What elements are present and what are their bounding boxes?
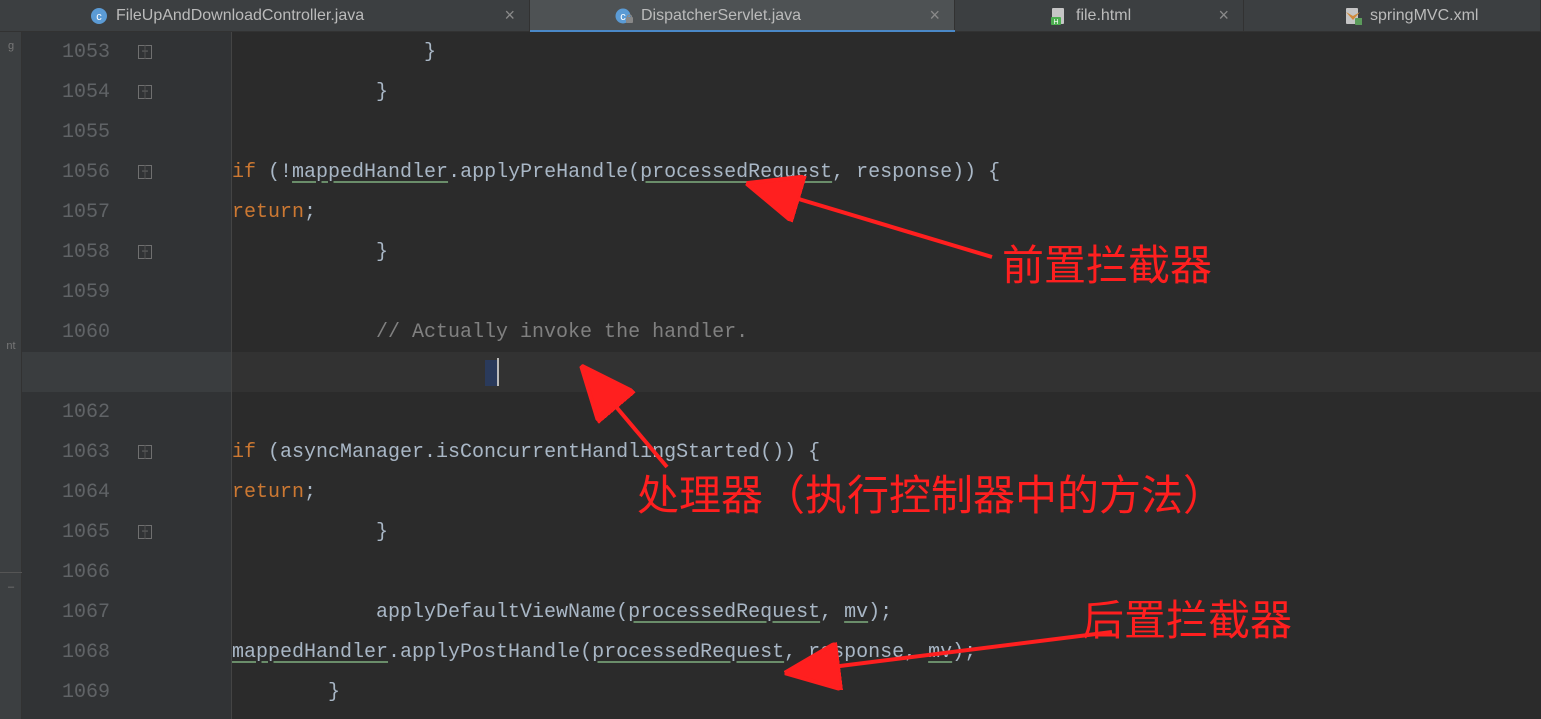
tab-file-0[interactable]: c FileUpAndDownloadController.java × <box>0 0 530 31</box>
fold-column: − <box>120 45 170 59</box>
fold-column: − <box>120 245 170 259</box>
code-editor: g nt – 1053−1054−10551056−10571058−10591… <box>0 32 1541 719</box>
fold-column: − <box>120 85 170 99</box>
code-line[interactable] <box>232 392 1541 432</box>
gutter-line: 1063− <box>22 432 231 472</box>
code-line[interactable]: } <box>232 232 1541 272</box>
code-line[interactable]: return; <box>232 192 1541 232</box>
gutter-line: 1062 <box>22 392 231 432</box>
tab-label: file.html <box>1076 7 1131 25</box>
code-line[interactable]: } <box>232 32 1541 72</box>
line-number[interactable]: 1057 <box>22 201 120 224</box>
strip-handle[interactable]: g <box>0 32 22 60</box>
strip-handle[interactable]: nt <box>0 332 22 360</box>
code-line[interactable]: // Actually invoke the handler. <box>232 312 1541 352</box>
code-line[interactable]: if (asyncManager.isConcurrentHandlingSta… <box>232 432 1541 472</box>
gutter-line: 1057 <box>22 192 231 232</box>
code-line[interactable]: if (!mappedHandler.applyPreHandle(proces… <box>232 152 1541 192</box>
line-number[interactable]: 1058 <box>22 241 120 264</box>
current-line-gutter <box>22 352 231 392</box>
code-line[interactable]: } <box>232 512 1541 552</box>
tab-label: FileUpAndDownloadController.java <box>116 7 364 25</box>
line-number[interactable]: 1064 <box>22 481 120 504</box>
code-line[interactable]: mappedHandler.applyPostHandle(processedR… <box>232 632 1541 672</box>
gutter-line: 1053− <box>22 32 231 72</box>
tab-file-3[interactable]: springMVC.xml <box>1244 0 1541 31</box>
gutter-line: 1065− <box>22 512 231 552</box>
xml-icon <box>1344 7 1362 25</box>
close-icon[interactable]: × <box>925 5 944 26</box>
tab-label: DispatcherServlet.java <box>641 7 801 25</box>
editor-tabbar: c FileUpAndDownloadController.java × c D… <box>0 0 1541 32</box>
gutter-line: 1067 <box>22 592 231 632</box>
line-number[interactable]: 1054 <box>22 81 120 104</box>
line-number[interactable]: 1069 <box>22 681 120 704</box>
gutter: 1053−1054−10551056−10571058−105910601061… <box>22 32 232 719</box>
strip-handle[interactable]: – <box>0 572 22 600</box>
class-lock-icon: c <box>615 7 633 25</box>
code-line[interactable]: } <box>232 672 1541 712</box>
code-line[interactable] <box>232 272 1541 312</box>
line-number[interactable]: 1059 <box>22 281 120 304</box>
code-line[interactable]: } <box>232 72 1541 112</box>
gutter-line: 1060 <box>22 312 231 352</box>
gutter-line: 1055 <box>22 112 231 152</box>
current-line-highlight <box>232 352 1541 392</box>
selection-highlight <box>485 360 497 386</box>
gutter-line: 1056− <box>22 152 231 192</box>
line-number[interactable]: 1067 <box>22 601 120 624</box>
svg-text:c: c <box>96 11 102 23</box>
line-number[interactable]: 1055 <box>22 121 120 144</box>
code-area[interactable]: } } if (!mappedHandler.applyPreHandle(pr… <box>232 32 1541 719</box>
gutter-line: 1064 <box>22 472 231 512</box>
class-icon: c <box>90 7 108 25</box>
tab-file-1[interactable]: c DispatcherServlet.java × <box>530 0 955 31</box>
gutter-line: 1054− <box>22 72 231 112</box>
fold-column: − <box>120 445 170 459</box>
code-line[interactable] <box>232 552 1541 592</box>
line-number[interactable]: 1062 <box>22 401 120 424</box>
close-icon[interactable]: × <box>500 5 519 26</box>
line-number[interactable]: 1065 <box>22 521 120 544</box>
close-icon[interactable]: × <box>1214 5 1233 26</box>
gutter-line: 1068 <box>22 632 231 672</box>
code-line[interactable]: return; <box>232 472 1541 512</box>
code-line[interactable]: applyDefaultViewName(processedRequest, m… <box>232 592 1541 632</box>
line-number[interactable]: 1066 <box>22 561 120 584</box>
line-number[interactable]: 1063 <box>22 441 120 464</box>
tab-label: springMVC.xml <box>1370 7 1478 25</box>
code-line[interactable] <box>232 112 1541 152</box>
line-number[interactable]: 1060 <box>22 321 120 344</box>
gutter-line: 1069 <box>22 672 231 712</box>
left-tool-strip: g nt – <box>0 32 22 719</box>
svg-text:c: c <box>620 11 626 23</box>
fold-column: − <box>120 525 170 539</box>
tab-file-2[interactable]: H file.html × <box>955 0 1244 31</box>
gutter-line: 1058− <box>22 232 231 272</box>
line-number[interactable]: 1068 <box>22 641 120 664</box>
gutter-line: 1066 <box>22 552 231 592</box>
svg-text:H: H <box>1053 19 1058 25</box>
line-number[interactable]: 1053 <box>22 41 120 64</box>
html-icon: H <box>1050 7 1068 25</box>
text-caret <box>497 358 499 386</box>
fold-column: − <box>120 165 170 179</box>
gutter-line: 1059 <box>22 272 231 312</box>
line-number[interactable]: 1056 <box>22 161 120 184</box>
